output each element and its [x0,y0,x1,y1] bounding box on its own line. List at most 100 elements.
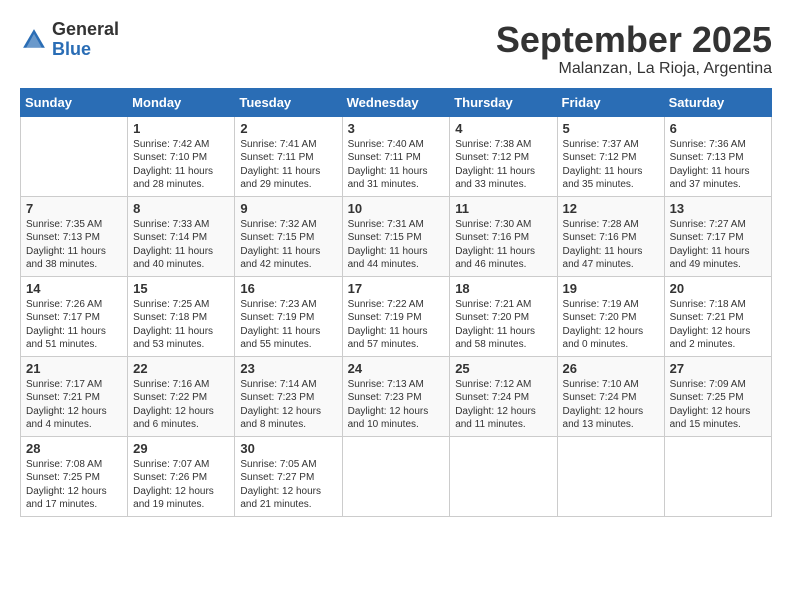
calendar-cell: 23 Sunrise: 7:14 AM Sunset: 7:23 PM Dayli… [235,356,342,436]
day-number: 13 [670,201,766,216]
calendar-cell: 1 Sunrise: 7:42 AM Sunset: 7:10 PM Daylig… [128,116,235,196]
cell-content: Sunrise: 7:07 AM Sunset: 7:26 PM Dayligh… [133,458,229,512]
calendar-cell: 4 Sunrise: 7:38 AM Sunset: 7:12 PM Daylig… [450,116,557,196]
cell-content: Sunrise: 7:28 AM Sunset: 7:16 PM Dayligh… [563,218,659,272]
day-number: 28 [26,441,122,456]
day-number: 8 [133,201,229,216]
calendar-week-row: 21Sunrise: 7:17 AM Sunset: 7:21 PM Dayli… [21,356,772,436]
cell-content: Sunrise: 7:13 AM Sunset: 7:23 PM Dayligh… [348,378,445,432]
calendar-cell: 14 Sunrise: 7:26 AM Sunset: 7:17 PM Dayli… [21,276,128,356]
calendar-cell: 9 Sunrise: 7:32 AM Sunset: 7:15 PM Daylig… [235,196,342,276]
cell-content: Sunrise: 7:19 AM Sunset: 7:20 PM Dayligh… [563,298,659,352]
day-of-week-header: Wednesday [342,88,450,116]
calendar-week-row: 1 Sunrise: 7:42 AM Sunset: 7:10 PM Daylig… [21,116,772,196]
day-number: 17 [348,281,445,296]
cell-content: Sunrise: 7:37 AM Sunset: 7:12 PM Dayligh… [563,138,659,192]
calendar-cell: 22 Sunrise: 7:16 AM Sunset: 7:22 PM Dayli… [128,356,235,436]
cell-content: Sunrise: 7:33 AM Sunset: 7:14 PM Dayligh… [133,218,229,272]
day-of-week-header: Friday [557,88,664,116]
cell-content: Sunrise: 7:25 AM Sunset: 7:18 PM Dayligh… [133,298,229,352]
cell-content: Sunrise: 7:26 AM Sunset: 7:17 PM Dayligh… [26,298,122,352]
calendar-cell: 29 Sunrise: 7:07 AM Sunset: 7:26 PM Dayli… [128,436,235,516]
logo-blue: Blue [52,39,91,59]
generalblue-logo-icon [20,26,48,54]
day-number: 5 [563,121,659,136]
cell-content: Sunrise: 7:21 AM Sunset: 7:20 PM Dayligh… [455,298,551,352]
cell-content: Sunrise: 7:40 AM Sunset: 7:11 PM Dayligh… [348,138,445,192]
calendar-cell: 25Sunrise: 7:12 AM Sunset: 7:24 PM Dayli… [450,356,557,436]
day-number: 9 [240,201,336,216]
day-number: 10 [348,201,445,216]
calendar-cell: 21Sunrise: 7:17 AM Sunset: 7:21 PM Dayli… [21,356,128,436]
day-number: 20 [670,281,766,296]
calendar-cell [664,436,771,516]
calendar-cell: 13 Sunrise: 7:27 AM Sunset: 7:17 PM Dayli… [664,196,771,276]
day-number: 26 [563,361,659,376]
day-number: 19 [563,281,659,296]
logo: General Blue [20,20,119,60]
calendar-cell: 26 Sunrise: 7:10 AM Sunset: 7:24 PM Dayli… [557,356,664,436]
calendar-cell: 2 Sunrise: 7:41 AM Sunset: 7:11 PM Daylig… [235,116,342,196]
calendar-cell: 16Sunrise: 7:23 AM Sunset: 7:19 PM Dayli… [235,276,342,356]
cell-content: Sunrise: 7:22 AM Sunset: 7:19 PM Dayligh… [348,298,445,352]
day-number: 30 [240,441,336,456]
cell-content: Sunrise: 7:10 AM Sunset: 7:24 PM Dayligh… [563,378,659,432]
cell-content: Sunrise: 7:41 AM Sunset: 7:11 PM Dayligh… [240,138,336,192]
calendar-week-row: 7 Sunrise: 7:35 AM Sunset: 7:13 PM Daylig… [21,196,772,276]
day-number: 16 [240,281,336,296]
cell-content: Sunrise: 7:42 AM Sunset: 7:10 PM Dayligh… [133,138,229,192]
logo-text: General Blue [52,20,119,60]
day-number: 6 [670,121,766,136]
calendar-week-row: 14 Sunrise: 7:26 AM Sunset: 7:17 PM Dayli… [21,276,772,356]
calendar-cell: 19 Sunrise: 7:19 AM Sunset: 7:20 PM Dayli… [557,276,664,356]
day-number: 1 [133,121,229,136]
day-number: 27 [670,361,766,376]
cell-content: Sunrise: 7:18 AM Sunset: 7:21 PM Dayligh… [670,298,766,352]
calendar-cell [557,436,664,516]
page-header: General Blue September 2025 Malanzan, La… [20,20,772,78]
calendar-cell: 3 Sunrise: 7:40 AM Sunset: 7:11 PM Daylig… [342,116,450,196]
calendar-cell: 15 Sunrise: 7:25 AM Sunset: 7:18 PM Dayli… [128,276,235,356]
cell-content: Sunrise: 7:30 AM Sunset: 7:16 PM Dayligh… [455,218,551,272]
day-number: 14 [26,281,122,296]
calendar-cell: 28Sunrise: 7:08 AM Sunset: 7:25 PM Dayli… [21,436,128,516]
day-number: 23 [240,361,336,376]
calendar-header-row: SundayMondayTuesdayWednesdayThursdayFrid… [21,88,772,116]
day-number: 4 [455,121,551,136]
calendar-cell [342,436,450,516]
day-number: 2 [240,121,336,136]
day-of-week-header: Saturday [664,88,771,116]
month-title: September 2025 [496,20,772,60]
calendar-cell: 17 Sunrise: 7:22 AM Sunset: 7:19 PM Dayli… [342,276,450,356]
calendar-cell: 5 Sunrise: 7:37 AM Sunset: 7:12 PM Daylig… [557,116,664,196]
day-number: 3 [348,121,445,136]
calendar-week-row: 28Sunrise: 7:08 AM Sunset: 7:25 PM Dayli… [21,436,772,516]
cell-content: Sunrise: 7:32 AM Sunset: 7:15 PM Dayligh… [240,218,336,272]
day-number: 7 [26,201,122,216]
day-number: 12 [563,201,659,216]
day-number: 15 [133,281,229,296]
day-number: 22 [133,361,229,376]
calendar-cell: 6Sunrise: 7:36 AM Sunset: 7:13 PM Daylig… [664,116,771,196]
day-of-week-header: Tuesday [235,88,342,116]
day-number: 11 [455,201,551,216]
day-number: 18 [455,281,551,296]
calendar-table: SundayMondayTuesdayWednesdayThursdayFrid… [20,88,772,517]
calendar-cell: 18 Sunrise: 7:21 AM Sunset: 7:20 PM Dayli… [450,276,557,356]
cell-content: Sunrise: 7:35 AM Sunset: 7:13 PM Dayligh… [26,218,122,272]
calendar-cell: 20 Sunrise: 7:18 AM Sunset: 7:21 PM Dayli… [664,276,771,356]
cell-content: Sunrise: 7:16 AM Sunset: 7:22 PM Dayligh… [133,378,229,432]
cell-content: Sunrise: 7:38 AM Sunset: 7:12 PM Dayligh… [455,138,551,192]
cell-content: Sunrise: 7:12 AM Sunset: 7:24 PM Dayligh… [455,378,551,432]
cell-content: Sunrise: 7:27 AM Sunset: 7:17 PM Dayligh… [670,218,766,272]
cell-content: Sunrise: 7:31 AM Sunset: 7:15 PM Dayligh… [348,218,445,272]
cell-content: Sunrise: 7:14 AM Sunset: 7:23 PM Dayligh… [240,378,336,432]
calendar-cell: 30 Sunrise: 7:05 AM Sunset: 7:27 PM Dayli… [235,436,342,516]
cell-content: Sunrise: 7:05 AM Sunset: 7:27 PM Dayligh… [240,458,336,512]
day-of-week-header: Monday [128,88,235,116]
day-number: 29 [133,441,229,456]
cell-content: Sunrise: 7:17 AM Sunset: 7:21 PM Dayligh… [26,378,122,432]
calendar-cell: 24Sunrise: 7:13 AM Sunset: 7:23 PM Dayli… [342,356,450,436]
title-block: September 2025 Malanzan, La Rioja, Argen… [496,20,772,78]
calendar-cell: 11 Sunrise: 7:30 AM Sunset: 7:16 PM Dayli… [450,196,557,276]
